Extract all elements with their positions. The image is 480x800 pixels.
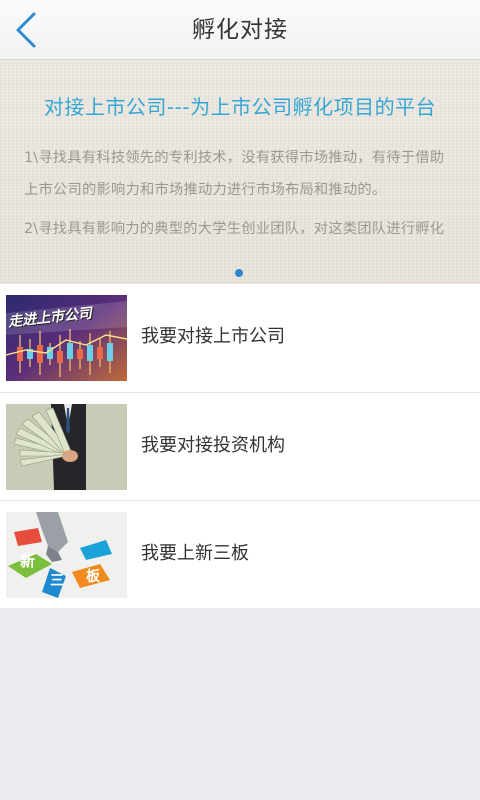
list-item-label: 我要对接投资机构 <box>141 435 285 456</box>
thumbnail-char: 三 <box>50 573 64 589</box>
money-fan-thumbnail <box>6 404 127 490</box>
banner-paragraph-line: 上市公司的影响力和市场推动力进行市场布局和推动的。 <box>24 182 387 198</box>
banner-headline: 对接上市公司---为上市公司孵化项目的平台 <box>43 95 437 119</box>
list-item-new-third-board[interactable]: 新 三 板 我要上新三板 <box>0 500 480 608</box>
thumbnail-char: 板 <box>86 569 100 585</box>
thumbnail-char: 新 <box>20 552 36 570</box>
new-third-board-thumbnail: 新 三 板 <box>6 512 127 598</box>
top-bar: 孵化对接 <box>0 0 480 60</box>
page-title: 孵化对接 <box>192 17 288 43</box>
banner-carousel[interactable]: 对接上市公司---为上市公司孵化项目的平台 1\寻找具有科技领先的专利技术，没有… <box>0 60 480 284</box>
option-list: 走进上市公司 我要对接上市公司 我要对接投资机构 新 三 板 我要上新三板 <box>0 284 480 608</box>
list-item-label: 我要对接上市公司 <box>141 326 285 347</box>
page-indicator-dot <box>235 269 243 277</box>
banner-paragraph-line: 2\寻找具有影响力的典型的大学生创业团队，对这类团队进行孵化 <box>24 221 445 237</box>
list-item-listed-company[interactable]: 走进上市公司 我要对接上市公司 <box>0 284 480 392</box>
list-item-investment-institution[interactable]: 我要对接投资机构 <box>0 392 480 500</box>
list-item-label: 我要上新三板 <box>141 543 249 564</box>
banner-paragraph-line: 1\寻找具有科技领先的专利技术，没有获得市场推动，有待于借助 <box>24 150 445 166</box>
stock-market-thumbnail: 走进上市公司 <box>6 295 127 381</box>
